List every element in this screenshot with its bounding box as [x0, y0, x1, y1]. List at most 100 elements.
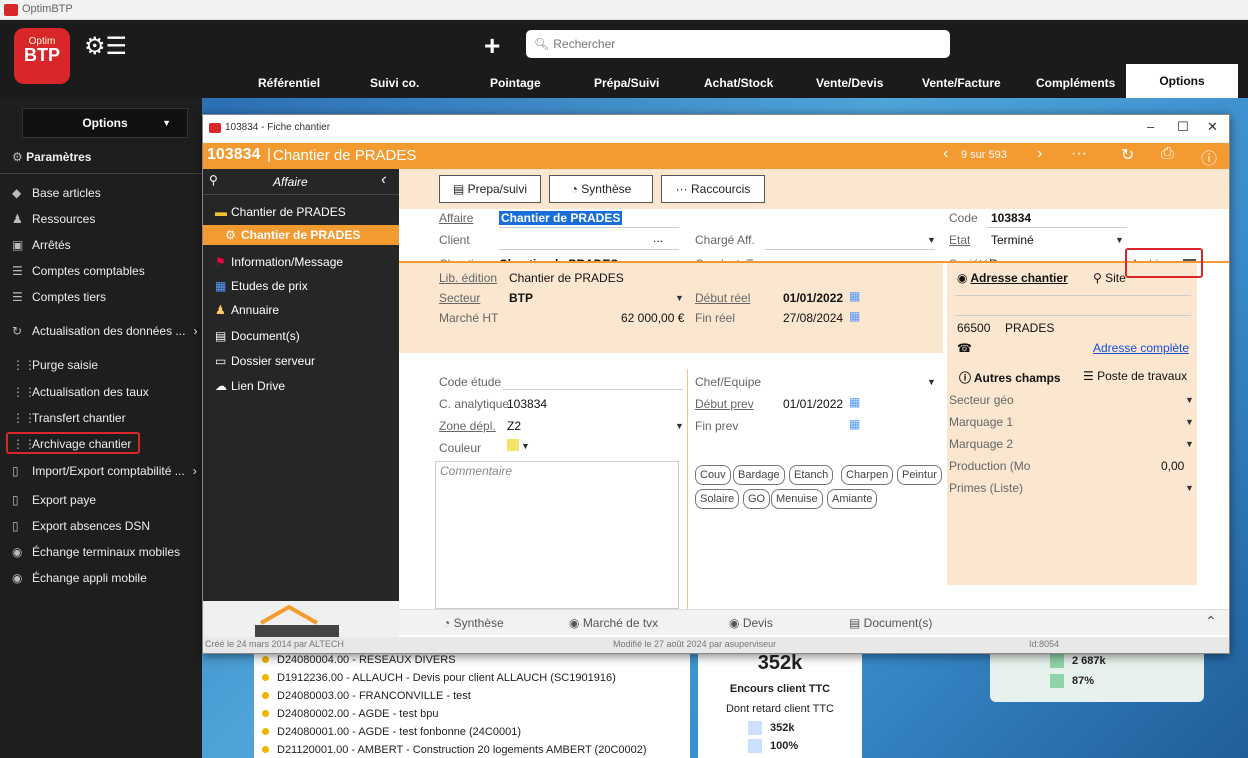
lp-item-chantier[interactable]: ⚙ Chantier de PRADES: [225, 228, 360, 242]
nav-suivi-co[interactable]: Suivi co.: [370, 76, 419, 90]
etat-dropdown[interactable]: ▼: [1115, 235, 1124, 245]
calendar-icon[interactable]: ▦: [849, 417, 860, 431]
calendar-icon[interactable]: ▦: [849, 309, 860, 323]
sidebar-item-import-export[interactable]: ▯ Import/Export comptabilité ... ›: [12, 464, 197, 478]
search-input[interactable]: [553, 37, 934, 51]
chip-amiante[interactable]: Amiante: [827, 489, 878, 509]
list-item[interactable]: D1912236.00 - ALLAUCH - Devis pour clien…: [262, 672, 616, 684]
next-record-icon[interactable]: ›: [1037, 145, 1042, 163]
site-button[interactable]: ⚲ Site: [1093, 271, 1126, 285]
debut-prev-field[interactable]: 01/01/2022: [783, 397, 843, 411]
sidebar-item-export-paye[interactable]: ▯ Export paye: [12, 493, 96, 507]
secteur-dropdown[interactable]: ▼: [675, 293, 684, 303]
chef-dropdown[interactable]: ▼: [927, 377, 936, 387]
chevron-left-icon[interactable]: ‹: [381, 171, 386, 189]
affaire-field[interactable]: Chantier de PRADES: [499, 211, 623, 225]
minimize-icon[interactable]: –: [1147, 119, 1154, 134]
chip-peintur[interactable]: Peintur: [897, 465, 942, 485]
production-field[interactable]: 0,00: [1161, 459, 1184, 473]
sidebar-item-actualisation-taux[interactable]: ⋮⋮Actualisation des taux: [12, 385, 149, 399]
lp-item-etudes[interactable]: ▦ Etudes de prix: [215, 279, 308, 293]
list-item[interactable]: D24080003.00 - FRANCONVILLE - test: [262, 690, 471, 702]
nav-pointage[interactable]: Pointage: [490, 76, 541, 90]
sidebar-item-comptes-tiers[interactable]: ☰ Comptes tiers: [12, 290, 106, 304]
sidebar-item-arretes[interactable]: ▣ Arrêtés: [12, 238, 71, 252]
list-item[interactable]: D21120001.00 - AMBERT - Construction 20 …: [262, 744, 647, 756]
marquage2-dropdown[interactable]: ▼: [1185, 439, 1194, 449]
chip-charpen[interactable]: Charpen: [841, 465, 894, 485]
chip-solaire[interactable]: Solaire: [695, 489, 740, 509]
brand-logo[interactable]: Optim BTP: [14, 28, 70, 84]
sidebar-item-base-articles[interactable]: ◆ Base articles: [12, 186, 101, 200]
commentaire-textarea[interactable]: Commentaire: [435, 461, 679, 609]
nav-achat-stock[interactable]: Achat/Stock: [704, 76, 773, 90]
sidebar-item-echange-terminaux[interactable]: ◉ Échange terminaux mobiles: [12, 545, 180, 559]
lp-item-affaire[interactable]: ▬ Chantier de PRADES: [215, 205, 346, 219]
nav-referentiel[interactable]: Référentiel: [258, 76, 320, 90]
chip-menuise[interactable]: Menuise: [771, 489, 823, 509]
couleur-swatch[interactable]: [507, 439, 519, 451]
chip-bardage[interactable]: Bardage: [733, 465, 785, 485]
calendar-icon[interactable]: ▦: [849, 289, 860, 303]
plus-icon[interactable]: +: [484, 30, 500, 62]
code-field[interactable]: 103834: [991, 211, 1031, 225]
primes-dropdown[interactable]: ▼: [1185, 483, 1194, 493]
chip-go[interactable]: GO: [743, 489, 771, 509]
list-item[interactable]: D24080002.00 - AGDE - test bpu: [262, 708, 438, 720]
nav-vente-facture[interactable]: Vente/Facture: [922, 76, 1001, 90]
lib-field[interactable]: Chantier de PRADES: [509, 271, 624, 285]
close-icon[interactable]: ✕: [1207, 119, 1218, 135]
tab-synthese[interactable]: ◔ Synthèse: [549, 175, 653, 203]
nav-vente-devis[interactable]: Vente/Devis: [816, 76, 883, 90]
nav-options[interactable]: Options: [1126, 64, 1238, 98]
debut-reel-field[interactable]: 01/01/2022: [783, 291, 843, 305]
autres-champs-tab[interactable]: ⓘ Autres champs: [959, 369, 1061, 386]
sidebar-item-actualisation-donnees[interactable]: ↻ Actualisation des données ... ›: [12, 324, 197, 338]
lp-item-dossier[interactable]: ▭ Dossier serveur: [215, 354, 315, 368]
section-parametres[interactable]: ⚙ Paramètres: [12, 150, 91, 164]
prev-record-icon[interactable]: ‹: [943, 145, 948, 163]
marche-field[interactable]: 62 000,00 €: [621, 311, 684, 325]
ville-field[interactable]: PRADES: [1005, 321, 1054, 335]
fin-reel-field[interactable]: 27/08/2024: [783, 311, 843, 325]
client-picker-button[interactable]: ...: [653, 231, 663, 245]
sidebar-item-comptes-comptables[interactable]: ☰ Comptes comptables: [12, 264, 145, 278]
btab-devis[interactable]: ◉ Devis: [729, 616, 773, 630]
tab-prepa-suivi[interactable]: ▤ Prepa/suivi: [439, 175, 541, 203]
lp-item-documents[interactable]: ▤ Document(s): [215, 329, 300, 343]
sidebar-item-ressources[interactable]: ♟ Ressources: [12, 212, 95, 226]
nav-complements[interactable]: Compléments: [1036, 76, 1115, 90]
chip-couv[interactable]: Couv: [695, 465, 731, 485]
poste-travaux-tab[interactable]: ☰ Poste de travaux: [1083, 369, 1187, 383]
help-icon[interactable]: ⓘ: [1201, 145, 1217, 169]
btab-synthese[interactable]: ◔ Synthèse: [443, 616, 504, 630]
chip-etanch[interactable]: Etanch: [789, 465, 834, 485]
refresh-icon[interactable]: ↻: [1121, 145, 1134, 165]
marquage1-dropdown[interactable]: ▼: [1185, 417, 1194, 427]
secteur-geo-dropdown[interactable]: ▼: [1185, 395, 1194, 405]
btab-marche[interactable]: ◉ Marché de tvx: [569, 616, 658, 630]
btab-documents[interactable]: ▤ Document(s): [849, 616, 932, 630]
adresse-chantier-button[interactable]: ◉ Adresse chantier: [957, 271, 1068, 285]
adresse-complete-link[interactable]: Adresse complète: [1093, 341, 1189, 355]
maximize-icon[interactable]: ☐: [1177, 119, 1189, 135]
lp-item-annuaire[interactable]: ♟ Annuaire: [215, 303, 279, 317]
tab-raccourcis[interactable]: ··· Raccourcis: [661, 175, 765, 203]
zone-field[interactable]: Z2: [507, 419, 521, 433]
list-item[interactable]: D24080004.00 - RESEAUX DIVERS: [262, 654, 456, 666]
print-icon[interactable]: ⎙: [1161, 145, 1174, 163]
charge-dropdown[interactable]: ▼: [927, 235, 936, 245]
sidebar-item-transfert-chantier[interactable]: ⋮⋮Transfert chantier: [12, 411, 126, 425]
sidebar-item-purge-saisie[interactable]: ⋮⋮Purge saisie: [12, 358, 98, 372]
etat-field[interactable]: Terminé: [991, 233, 1034, 247]
more-icon[interactable]: ···: [1071, 145, 1087, 163]
list-item[interactable]: D24080001.00 - AGDE - test fonbonne (24C…: [262, 726, 521, 738]
secteur-field[interactable]: BTP: [509, 291, 533, 305]
lp-item-drive[interactable]: ☁ Lien Drive: [215, 379, 285, 393]
settings-menu-icon[interactable]: ⚙☰: [84, 32, 127, 61]
lp-item-information[interactable]: ⚑ Information/Message: [215, 255, 343, 269]
nav-prepa-suivi[interactable]: Prépa/Suivi: [594, 76, 659, 90]
options-dropdown[interactable]: Options ▼: [22, 108, 188, 138]
sidebar-item-export-dsn[interactable]: ▯ Export absences DSN: [12, 519, 150, 533]
canal-field[interactable]: 103834: [507, 397, 547, 411]
